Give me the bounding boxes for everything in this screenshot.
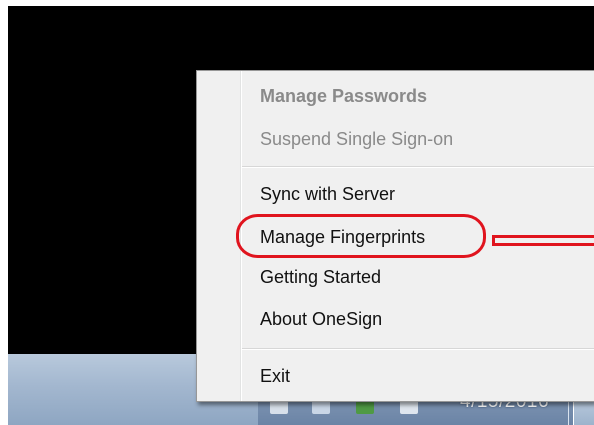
menu-item-sync-with-server[interactable]: Sync with Server [260, 184, 395, 205]
tray-app-icon[interactable] [270, 400, 288, 414]
pointer-arrow-annotation [492, 235, 594, 246]
menu-item-exit[interactable]: Exit [260, 366, 290, 387]
menu-separator [242, 166, 594, 168]
menu-separator [242, 348, 594, 350]
volume-icon[interactable] [356, 400, 374, 414]
network-icon[interactable] [312, 400, 330, 414]
menu-item-manage-passwords[interactable]: Manage Passwords [260, 86, 427, 107]
flag-icon[interactable] [400, 400, 418, 414]
highlight-oval-annotation [236, 214, 486, 258]
menu-item-getting-started[interactable]: Getting Started [260, 267, 381, 288]
menu-item-suspend-single-sign-on[interactable]: Suspend Single Sign-on [260, 129, 453, 150]
menu-item-about-onesign[interactable]: About OneSign [260, 309, 382, 330]
